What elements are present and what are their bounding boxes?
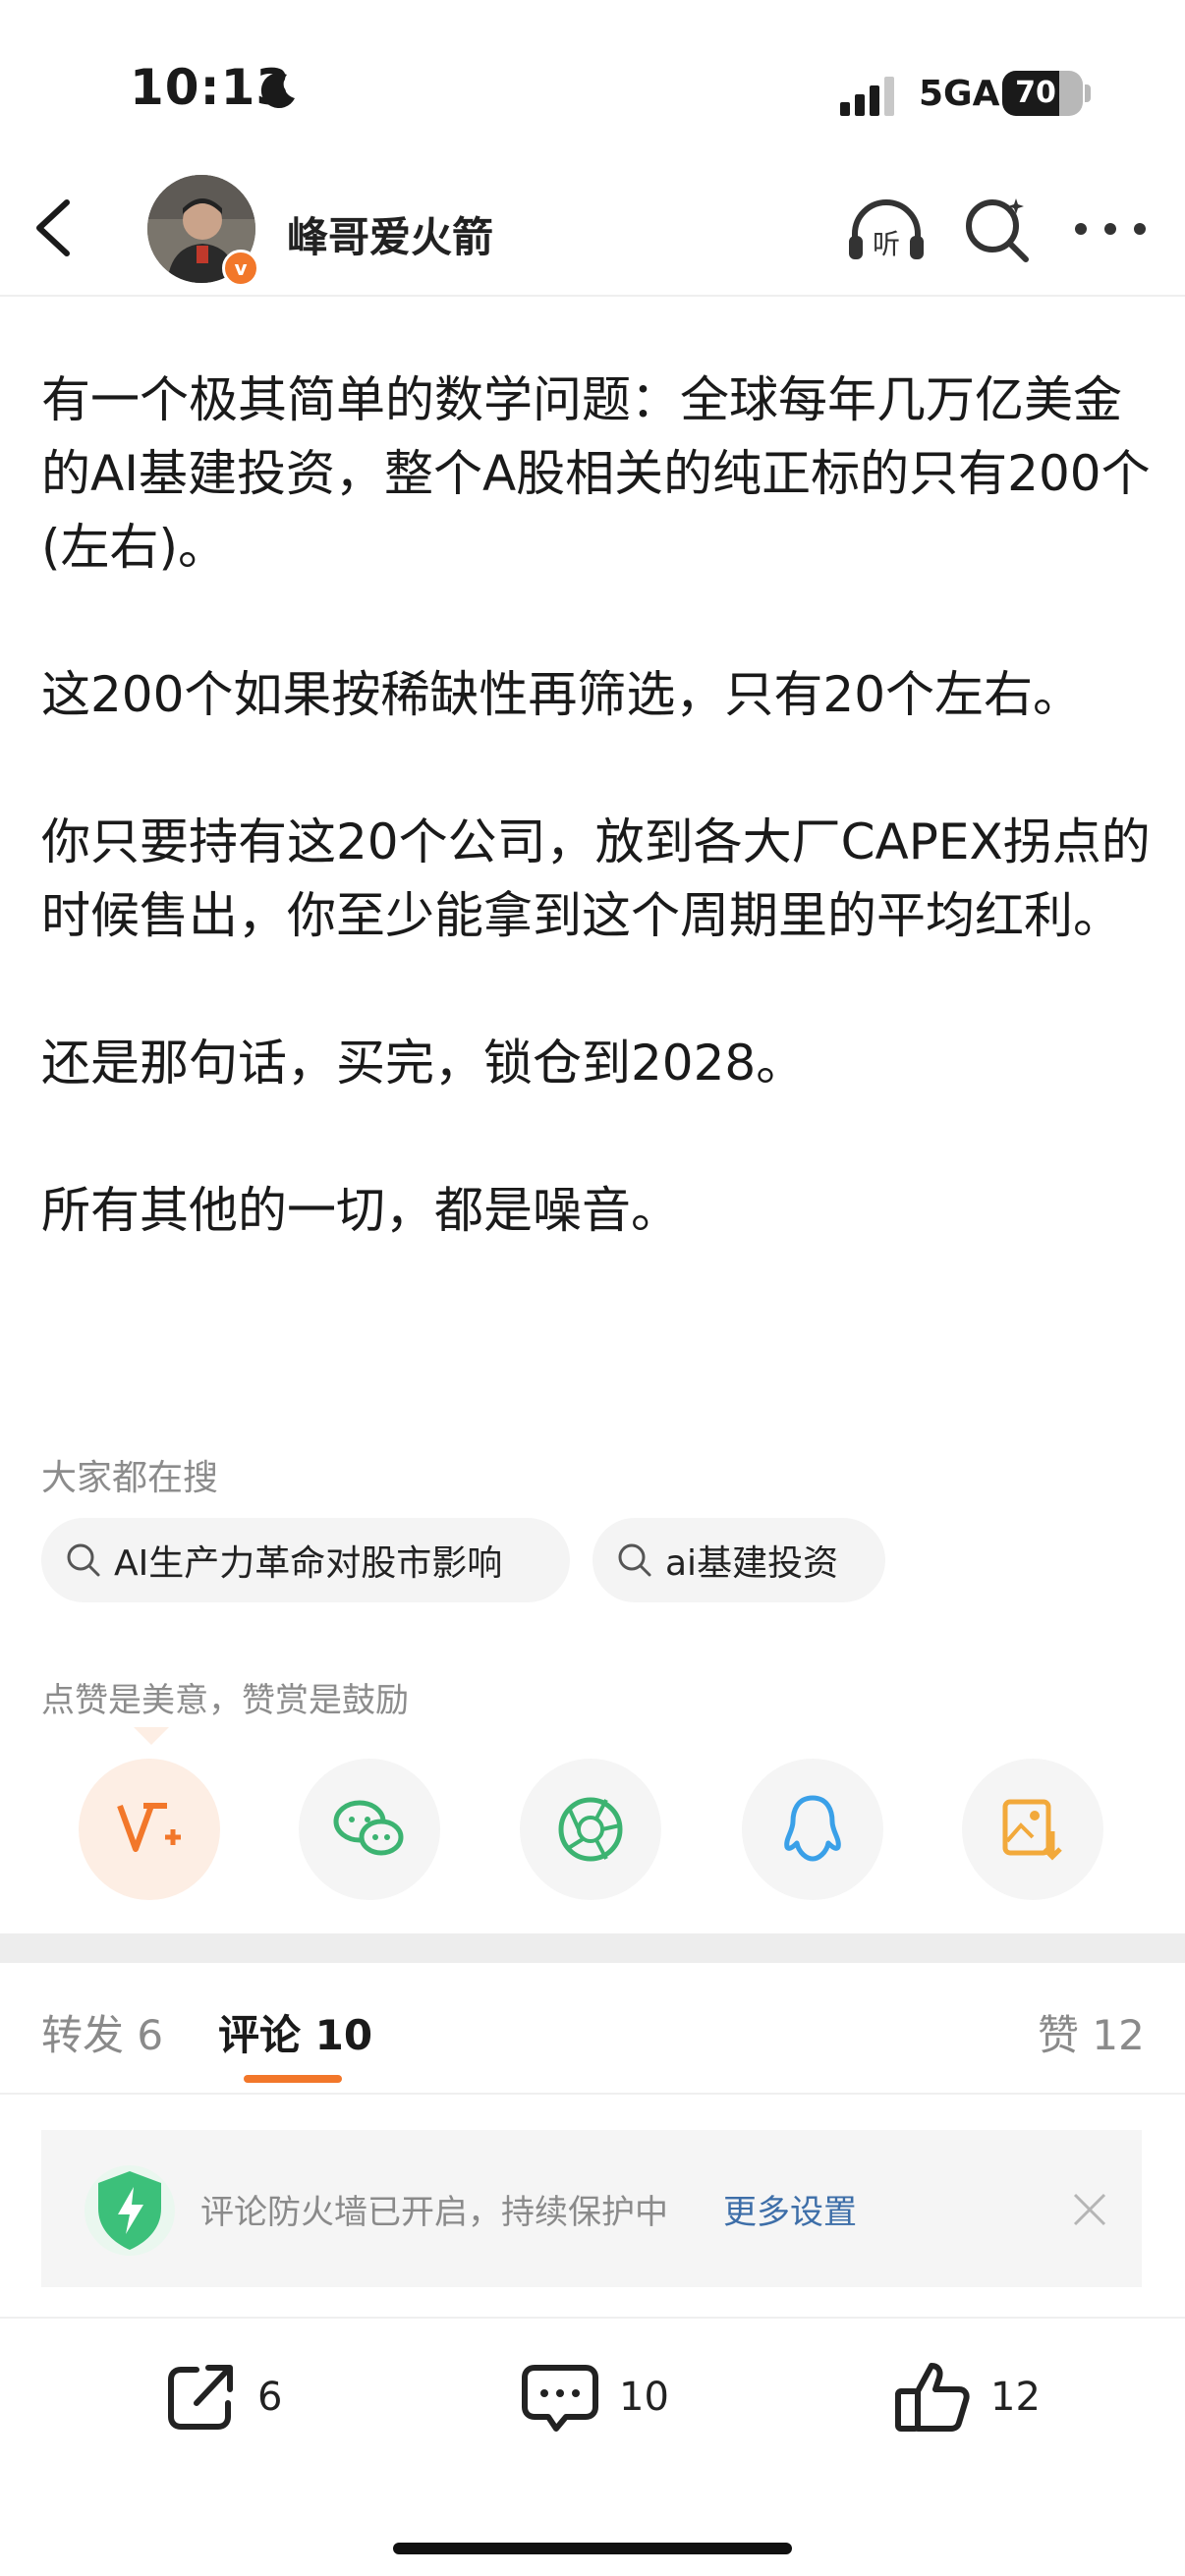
praise-hint: 点赞是美意，赞赏是鼓励 xyxy=(41,1681,409,1720)
tooltip-pointer xyxy=(134,1727,169,1745)
comment-button[interactable]: 10 xyxy=(521,2358,669,2436)
more-icon[interactable] xyxy=(1071,218,1150,240)
comment-icon xyxy=(522,2365,598,2432)
moon-icon xyxy=(260,73,295,109)
firewall-notice-text: 评论防火墙已开启，持续保护中 xyxy=(200,2193,668,2232)
shield-icon xyxy=(85,2165,175,2256)
bottom-bar-divider xyxy=(0,2317,1185,2319)
back-arrow-icon[interactable] xyxy=(29,196,79,259)
moments-icon xyxy=(558,1797,623,1862)
verified-badge-icon: v xyxy=(222,250,259,287)
hot-search-title: 大家都在搜 xyxy=(41,1458,219,1498)
tab-forward[interactable]: 转发 6 xyxy=(41,2002,163,2062)
more-settings-link[interactable]: 更多设置 xyxy=(723,2185,857,2233)
forward-button[interactable]: 6 xyxy=(163,2358,282,2436)
qq-icon xyxy=(784,1795,841,1862)
hot-search-label: ai基建投资 xyxy=(665,1543,839,1584)
save-image-icon xyxy=(1002,1799,1062,1861)
like-count: 12 xyxy=(990,2375,1041,2420)
post-paragraph: 所有其他的一切，都是噪音。 xyxy=(41,1182,680,1239)
forward-icon xyxy=(168,2365,233,2430)
author-name[interactable]: 峰哥爱火箭 xyxy=(287,204,493,264)
section-separator xyxy=(0,1933,1185,1963)
hot-search-chip[interactable]: ai基建投资 xyxy=(592,1518,885,1602)
svg-text:听: 听 xyxy=(873,228,900,260)
signal-icon xyxy=(840,77,894,116)
close-icon[interactable] xyxy=(1071,2191,1108,2228)
home-indicator xyxy=(393,2543,792,2554)
post-paragraph: 这200个如果按稀缺性再筛选，只有20个左右。 xyxy=(41,666,1083,723)
search-icon[interactable] xyxy=(961,193,1034,265)
tab-like[interactable]: 赞 12 xyxy=(1038,2002,1145,2062)
battery-icon: 70 xyxy=(1002,71,1083,116)
battery-percent: 70 xyxy=(1015,76,1056,110)
hot-search-chip[interactable]: AI生产力革命对股市影响 xyxy=(41,1518,570,1602)
save-image-button[interactable] xyxy=(962,1759,1103,1900)
battery-tip xyxy=(1085,84,1091,102)
header-divider xyxy=(0,295,1185,297)
tab-comment[interactable]: 评论 10 xyxy=(218,2002,372,2062)
comment-count: 10 xyxy=(619,2375,669,2420)
post-paragraph: 你只要持有这20个公司，放到各大厂CAPEX拐点的时候售出，你至少能拿到这个周期… xyxy=(41,813,1151,944)
thumbs-up-icon xyxy=(895,2363,970,2432)
hot-search-label: AI生产力革命对股市影响 xyxy=(114,1543,503,1584)
search-icon xyxy=(67,1543,100,1577)
reward-icon xyxy=(117,1803,181,1852)
active-tab-indicator xyxy=(244,2075,342,2083)
network-type: 5GA xyxy=(919,74,1000,114)
forward-count: 6 xyxy=(257,2375,283,2420)
listen-icon[interactable]: 听 xyxy=(845,196,928,265)
search-icon xyxy=(618,1543,651,1577)
wechat-icon xyxy=(333,1800,404,1856)
reward-button[interactable] xyxy=(79,1759,220,1900)
post-paragraph: 有一个极其简单的数学问题：全球每年几万亿美金的AI基建投资，整个A股相关的纯正标… xyxy=(41,371,1151,576)
share-wechat-button[interactable] xyxy=(299,1759,440,1900)
post-paragraph: 还是那句话，买完，锁仓到2028。 xyxy=(41,1035,806,1092)
tabs-divider xyxy=(0,2093,1185,2095)
like-button[interactable]: 12 xyxy=(894,2358,1041,2436)
post-body: 有一个极其简单的数学问题：全球每年几万亿美金的AI基建投资，整个A股相关的纯正标… xyxy=(41,364,1152,1321)
share-moments-button[interactable] xyxy=(520,1759,661,1900)
share-qq-button[interactable] xyxy=(742,1759,883,1900)
